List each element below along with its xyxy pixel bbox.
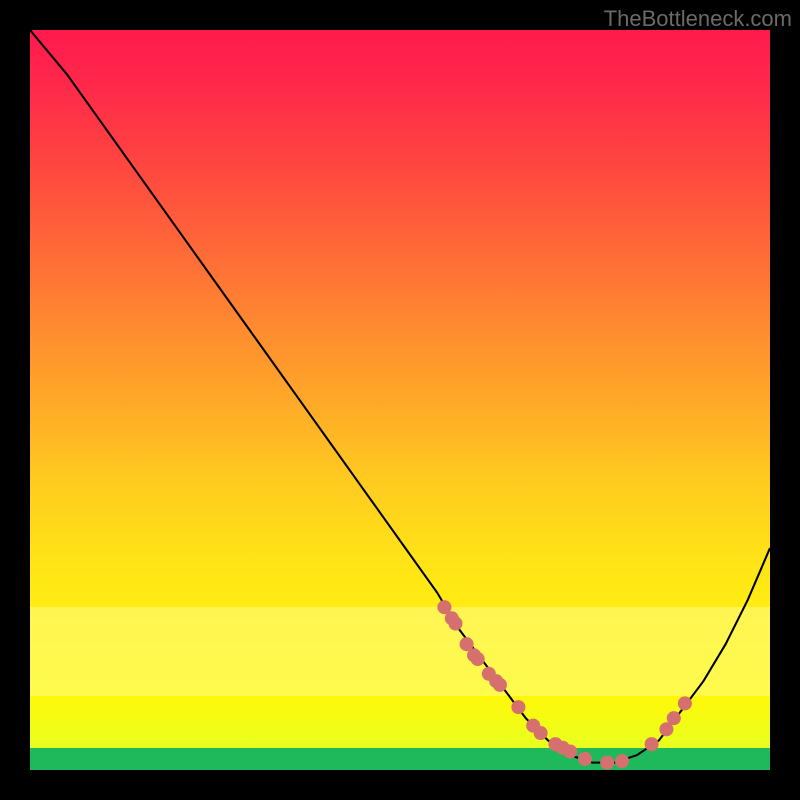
data-point [493, 678, 507, 692]
data-point [667, 711, 681, 725]
watermark-text: TheBottleneck.com [604, 6, 792, 32]
data-point [678, 696, 692, 710]
data-point [534, 726, 548, 740]
data-point [615, 754, 629, 768]
chart-plot-area [30, 30, 770, 770]
data-point [563, 744, 577, 758]
data-point [471, 652, 485, 666]
data-point [578, 752, 592, 766]
data-point [511, 700, 525, 714]
data-point [645, 737, 659, 751]
data-point [448, 616, 462, 630]
data-points-group [437, 600, 692, 769]
chart-svg [30, 30, 770, 770]
data-point [600, 756, 614, 770]
bottleneck-curve [30, 30, 770, 763]
